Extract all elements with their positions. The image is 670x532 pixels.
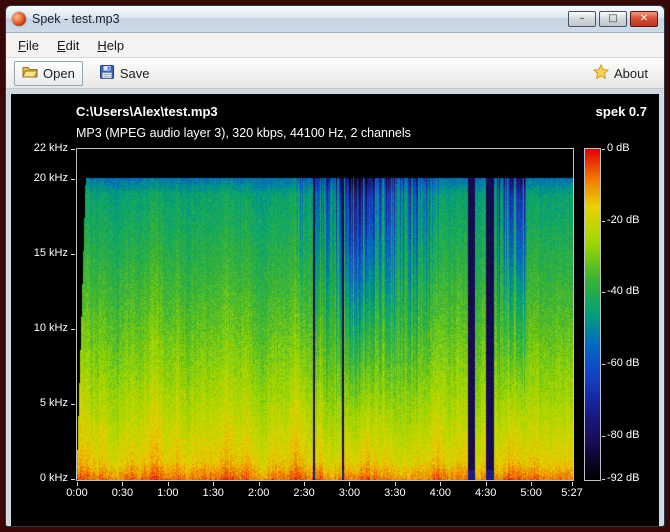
x-axis-tick [531,482,532,486]
legend-db-label: -40 dB [607,285,657,297]
maximize-button[interactable]: □ [599,11,627,27]
window-title: Spek - test.mp3 [32,12,120,26]
format-info: MP3 (MPEG audio layer 3), 320 kbps, 4410… [76,126,411,140]
y-axis-label: 10 kHz [20,322,68,334]
y-axis-label: 0 kHz [20,472,68,484]
x-axis-label: 2:30 [284,487,324,499]
close-button[interactable]: ✕ [630,11,658,27]
legend-tick [602,292,605,293]
spectrogram-plot [76,148,574,481]
x-axis-label: 4:30 [466,487,506,499]
y-axis-label: 20 kHz [20,172,68,184]
save-button-label: Save [120,66,150,81]
y-axis-tick [71,254,75,255]
spectrogram-view: C:\Users\Alex\test.mp3 spek 0.7 MP3 (MPE… [11,94,659,526]
x-axis-label: 1:30 [193,487,233,499]
app-window: Spek - test.mp3 – □ ✕ File Edit Help Ope… [5,5,665,527]
window-controls: – □ ✕ [568,11,658,27]
floppy-disk-icon [99,64,115,83]
open-button[interactable]: Open [14,61,83,86]
x-axis-label: 3:30 [375,487,415,499]
y-axis-label: 5 kHz [20,397,68,409]
y-axis-tick [71,329,75,330]
save-button[interactable]: Save [91,61,158,86]
x-axis-tick [122,482,123,486]
menu-file-rest: ile [26,38,39,53]
x-axis-tick [349,482,350,486]
legend-tick [602,479,605,480]
menu-edit-accel: E [57,38,66,53]
spectrogram-canvas [77,149,573,480]
y-axis-tick [71,404,75,405]
x-axis-tick [213,482,214,486]
y-axis-tick [71,179,75,180]
app-version: spek 0.7 [596,104,647,119]
y-axis-tick [71,479,75,480]
x-axis-label: 4:00 [420,487,460,499]
x-axis-label: 0:30 [102,487,142,499]
menu-file-accel: F [18,38,26,53]
db-legend [584,148,601,481]
x-axis-label: 5:27 [552,487,592,499]
y-axis-label: 15 kHz [20,247,68,259]
x-axis-tick [572,482,573,486]
x-axis-tick [440,482,441,486]
x-axis-label: 3:00 [329,487,369,499]
x-axis-tick [486,482,487,486]
menubar: File Edit Help [6,33,664,58]
app-icon [12,12,26,26]
legend-db-label: -60 dB [607,357,657,369]
legend-tick [602,149,605,150]
x-axis-tick [304,482,305,486]
about-button-label: About [614,66,648,81]
file-path: C:\Users\Alex\test.mp3 [76,104,218,119]
legend-tick [602,436,605,437]
x-axis-label: 0:00 [57,487,97,499]
x-axis-tick [395,482,396,486]
legend-db-label: 0 dB [607,142,657,154]
x-axis-tick [168,482,169,486]
x-axis-tick [259,482,260,486]
minimize-button[interactable]: – [568,11,596,27]
menu-edit-rest: dit [66,38,80,53]
y-axis-label: 22 kHz [20,142,68,154]
legend-db-label: -92 dB [607,472,657,484]
y-axis-tick [71,149,75,150]
db-legend-canvas [585,149,600,480]
toolbar: Open Save About [6,58,664,89]
menu-help-rest: elp [107,38,124,53]
window-frame: C:\Users\Alex\test.mp3 spek 0.7 MP3 (MPE… [6,89,664,531]
legend-db-label: -80 dB [607,429,657,441]
x-axis-label: 5:00 [511,487,551,499]
titlebar[interactable]: Spek - test.mp3 – □ ✕ [6,6,664,33]
legend-db-label: -20 dB [607,214,657,226]
open-folder-icon [22,64,38,83]
menu-edit[interactable]: Edit [49,36,87,55]
about-button[interactable]: About [585,61,656,86]
x-axis-tick [77,482,78,486]
menu-file[interactable]: File [10,36,47,55]
menu-help[interactable]: Help [89,36,132,55]
star-icon [593,64,609,83]
open-button-label: Open [43,66,75,81]
legend-tick [602,364,605,365]
x-axis-label: 1:00 [148,487,188,499]
menu-help-accel: H [97,38,106,53]
x-axis-label: 2:00 [239,487,279,499]
legend-tick [602,221,605,222]
